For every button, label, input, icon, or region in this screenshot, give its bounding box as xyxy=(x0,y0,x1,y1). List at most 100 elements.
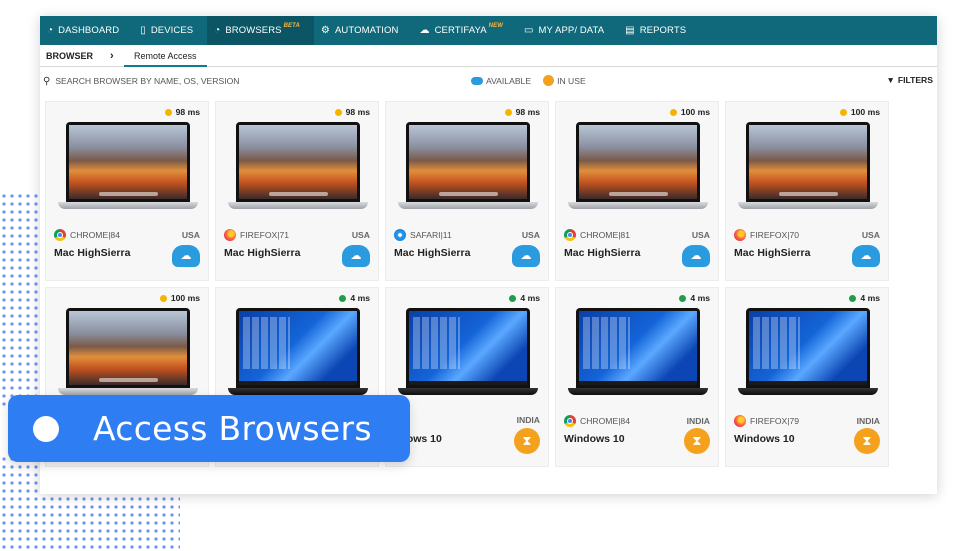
latency-value: 98 ms xyxy=(345,107,370,117)
latency-value: 4 ms xyxy=(350,293,370,303)
latency-indicator: 4 ms xyxy=(679,293,710,303)
nav-reports[interactable]: ▤ REPORTS xyxy=(618,16,700,45)
beta-badge: BETA xyxy=(283,23,300,29)
cloud-connect-icon[interactable]: ☁ xyxy=(342,245,370,267)
latency-dot xyxy=(679,294,687,302)
cloud-connect-icon[interactable]: ☁ xyxy=(682,245,710,267)
legend-label: AVAILABLE xyxy=(486,75,532,86)
browser-line: FIREFOX|79 INDIA xyxy=(734,415,880,427)
chrome-icon xyxy=(54,229,66,241)
latency-indicator: 4 ms xyxy=(339,293,370,303)
latency-indicator: 98 ms xyxy=(504,107,540,117)
latency-indicator: 4 ms xyxy=(849,293,880,303)
browser-card[interactable]: 100 ms FIREFOX|70 USA Mac HighSierra ☁ xyxy=(725,101,889,281)
access-browsers-callout: Access Browsers xyxy=(8,395,410,462)
country-label: INDIA xyxy=(856,416,880,426)
cloud-connect-icon[interactable]: ☁ xyxy=(852,245,880,267)
toolbar: ⚲ SEARCH BROWSER BY NAME, OS, VERSION AV… xyxy=(40,67,937,95)
nav-label: CERTIFAYA xyxy=(434,25,487,36)
hourglass-icon[interactable]: ⧗ xyxy=(854,428,880,454)
hourglass-icon[interactable]: ⧗ xyxy=(514,428,540,454)
hourglass-icon[interactable]: ⧗ xyxy=(684,428,710,454)
latency-indicator: 98 ms xyxy=(334,107,370,117)
latency-dot xyxy=(849,294,857,302)
browser-line: CHROME|84 INDIA xyxy=(564,415,710,427)
browser-card[interactable]: 4 ms CHROME|84 INDIA Windows 10 ⧗ xyxy=(555,287,719,467)
latency-dot xyxy=(839,108,847,116)
os-name: Mac HighSierra xyxy=(224,247,301,259)
cloud-icon xyxy=(471,76,483,85)
browser-card[interactable]: 98 ms FIREFOX|71 USA Mac HighSierra ☁ xyxy=(215,101,379,281)
device-image xyxy=(738,122,878,210)
latency-value: 100 ms xyxy=(170,293,200,303)
nav-dashboard[interactable]: ◔ DASHBOARD xyxy=(40,16,133,45)
search-box[interactable]: ⚲ SEARCH BROWSER BY NAME, OS, VERSION xyxy=(40,76,240,87)
browser-card[interactable]: 100 ms CHROME|81 USA Mac HighSierra ☁ xyxy=(555,101,719,281)
cloud-connect-icon[interactable]: ☁ xyxy=(512,245,540,267)
browser-line: FIREFOX|71 USA xyxy=(224,229,370,241)
latency-indicator: 100 ms xyxy=(839,107,880,117)
cloud-connect-icon[interactable]: ☁ xyxy=(172,245,200,267)
device-image xyxy=(738,308,878,396)
country-label: INDIA xyxy=(686,416,710,426)
latency-value: 98 ms xyxy=(515,107,540,117)
legend-label: IN USE xyxy=(557,75,586,86)
browser-card[interactable]: 98 ms CHROME|84 USA Mac HighSierra ☁ xyxy=(45,101,209,281)
country-label: INDIA xyxy=(516,415,540,425)
latency-dot xyxy=(509,294,517,302)
browser-card[interactable]: 4 ms FIREFOX|79 INDIA Windows 10 ⧗ xyxy=(725,287,889,467)
device-image xyxy=(228,122,368,210)
filter-icon: ▼ xyxy=(886,75,895,85)
device-image xyxy=(228,308,368,396)
browser-version: CHROME|81 xyxy=(580,230,630,240)
callout-text: Access Browsers xyxy=(93,409,372,448)
legend-available: AVAILABLE xyxy=(471,75,531,86)
browser-version: FIREFOX|70 xyxy=(750,230,800,240)
bullet-icon xyxy=(33,415,59,442)
chevron-right-icon: › xyxy=(110,49,114,62)
nav-label: AUTOMATION xyxy=(334,25,399,36)
latency-dot xyxy=(669,108,677,116)
nav-certifaya[interactable]: ☁ CERTIFAYA NEW xyxy=(412,16,517,45)
latency-indicator: 100 ms xyxy=(159,293,200,303)
country-label: USA xyxy=(181,230,200,240)
tab-remote-access[interactable]: Remote Access xyxy=(124,45,207,67)
latency-value: 4 ms xyxy=(520,293,540,303)
nav-label: DEVICES xyxy=(150,25,194,36)
search-input[interactable]: SEARCH BROWSER BY NAME, OS, VERSION xyxy=(55,76,239,86)
legend-in-use: IN USE xyxy=(543,75,586,86)
latency-indicator: 4 ms xyxy=(509,293,540,303)
os-name: Mac HighSierra xyxy=(54,247,131,259)
gauge-icon: ◔ xyxy=(47,24,54,36)
decorative-dot-pattern xyxy=(0,192,44,407)
chrome-icon xyxy=(564,229,576,241)
os-name: Windows 10 xyxy=(564,433,625,445)
top-navigation: ◔ DASHBOARD ▯ DEVICES ◔ BROWSERS BETA ⚙ … xyxy=(40,16,937,45)
safari-icon xyxy=(394,229,406,241)
latency-indicator: 100 ms xyxy=(669,107,710,117)
gears-icon: ⚙ xyxy=(320,24,330,36)
nav-automation[interactable]: ⚙ AUTOMATION xyxy=(314,16,413,45)
folder-icon: ▭ xyxy=(523,24,534,36)
browser-line: SAFARI|11 USA xyxy=(394,229,540,241)
browser-version: FIREFOX|79 xyxy=(750,416,800,426)
nav-my-app-data[interactable]: ▭ MY APP/ DATA xyxy=(517,16,618,45)
filters-button[interactable]: ▼ FILTERS xyxy=(886,75,933,85)
cloud-icon: ☁ xyxy=(419,24,430,36)
os-name: Mac HighSierra xyxy=(394,247,471,259)
browser-line: |11 INDIA xyxy=(394,415,540,425)
browser-card[interactable]: 98 ms SAFARI|11 USA Mac HighSierra ☁ xyxy=(385,101,549,281)
browser-version: CHROME|84 xyxy=(70,230,120,240)
browser-line: CHROME|84 USA xyxy=(54,229,200,241)
hourglass-icon xyxy=(543,75,555,86)
nav-devices[interactable]: ▯ DEVICES xyxy=(133,16,207,45)
country-label: USA xyxy=(521,230,540,240)
latency-indicator: 98 ms xyxy=(164,107,200,117)
browser-version: FIREFOX|71 xyxy=(240,230,290,240)
status-legend: AVAILABLE IN USE xyxy=(471,75,586,86)
latency-value: 100 ms xyxy=(850,107,880,117)
device-image xyxy=(568,308,708,396)
nav-browsers[interactable]: ◔ BROWSERS BETA xyxy=(207,16,314,45)
country-label: USA xyxy=(691,230,710,240)
firefox-icon xyxy=(734,229,746,241)
